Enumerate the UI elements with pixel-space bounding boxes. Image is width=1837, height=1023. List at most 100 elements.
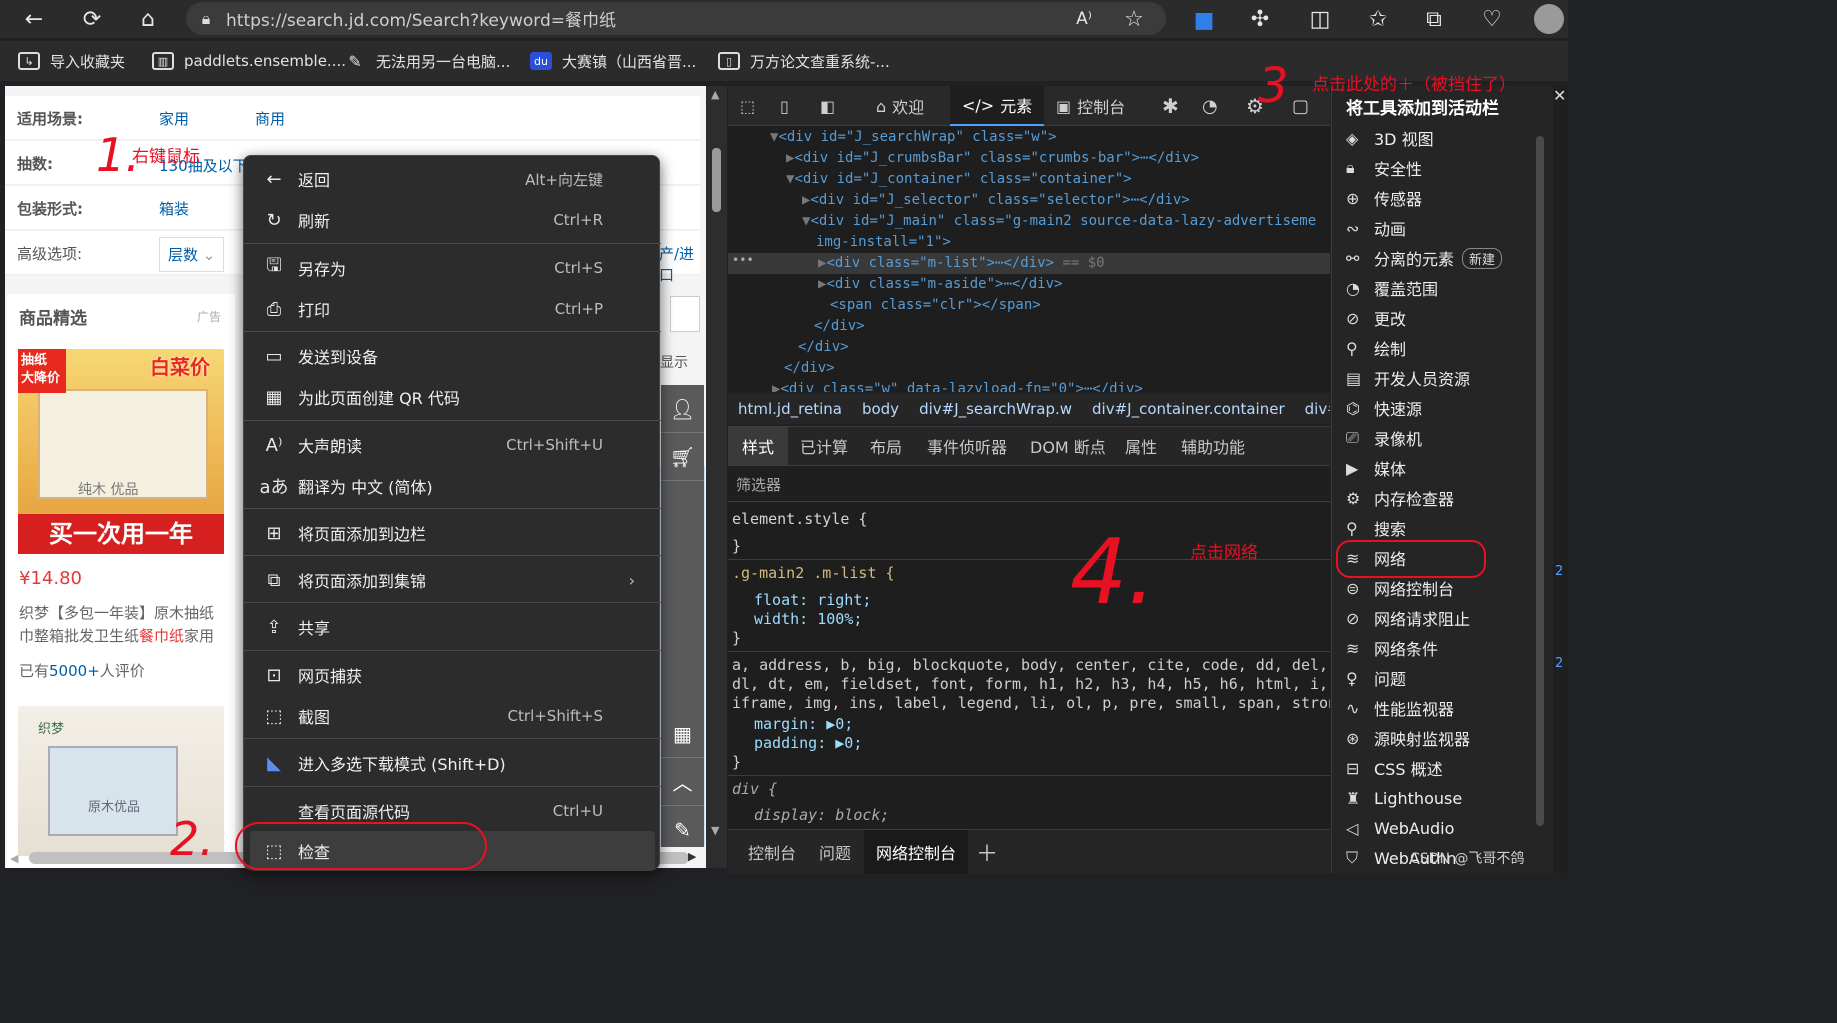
tool-item-quick-source[interactable]: ⌬ 快速源 [1346,393,1422,423]
page-input-box[interactable] [670,296,700,332]
menu-item-add-to-sidebar[interactable]: ⊞ 将页面添加到边栏 [250,513,655,553]
dom-node-selected[interactable]: ▶<div class="m-list">⋯</div> == $0 [818,253,1105,274]
dom-node[interactable]: ▶<div class="m-aside">⋯</div> [818,274,1062,295]
breadcrumb-item[interactable]: html.jd_retina [738,400,842,418]
cart-icon[interactable]: 🛒︎ [661,433,704,481]
dock-icon[interactable]: ◧ [820,86,835,126]
menu-item-back[interactable]: ← 返回 Alt+向左键 [250,159,655,199]
panel-scrollbar[interactable] [1536,136,1544,826]
breadcrumb-item[interactable]: div#J_main.g [1305,400,1330,418]
add-tab-icon[interactable]: ＋ [976,830,998,874]
back-to-top-icon[interactable]: ︿ [661,758,704,806]
filter-fragment[interactable]: 产/进口 [659,243,700,285]
tab-accessibility[interactable]: 辅助功能 [1181,427,1245,465]
address-bar[interactable]: 🔒︎ https://search.jd.com/Search?keyword=… [186,2,1166,35]
tool-item-recorder[interactable]: ⎚ 录像机 [1346,423,1422,453]
tool-item-css-overview[interactable]: ⊟ CSS 概述 [1346,753,1443,783]
review-count[interactable]: 已有5000+人评价 [19,660,145,681]
tool-item-changes[interactable]: ⊘ 更改 [1346,303,1406,333]
dom-node[interactable]: </div> [784,358,835,379]
breadcrumb-item[interactable]: div#J_container.container [1092,400,1285,418]
tab-elements[interactable]: </> 元素 [950,86,1045,126]
favorite-item[interactable]: ↳ 导入收藏夹 [18,41,125,81]
dom-node[interactable]: ▼<div id="J_main" class="g-main2 source-… [802,211,1316,232]
menu-item-add-to-collection[interactable]: ⧉ 将页面添加到集锦 › [250,560,655,600]
split-screen-icon[interactable]: ◫ [1302,1,1338,37]
favorite-item[interactable]: ▥ paddlets.ensemble.... [152,41,346,81]
scroll-left-icon[interactable]: ◀ [10,852,18,865]
more-tools-icon[interactable]: ▢ [1292,86,1309,126]
dom-node[interactable]: ▶<div class="w" data-lazyload-fn="0">⋯</… [772,379,1143,392]
favorite-star-icon[interactable]: ☆ [1116,1,1152,37]
tool-item-lighthouse[interactable]: ♜ Lighthouse [1346,783,1462,813]
filter-dropdown[interactable]: 层数 ⌄ [159,237,225,272]
filter-value[interactable]: 商用 [255,108,285,129]
css-declaration[interactable]: float: right; [754,590,871,610]
inspect-element-icon[interactable]: ⬚ [740,86,755,126]
tool-item-issues[interactable]: ♀ 问题 [1346,663,1406,693]
product-image[interactable]: 抽纸 大降价 白菜价 纯木 优品 买一次用一年 [18,349,224,554]
tool-item-rendering[interactable]: ⚲ 绘制 [1346,333,1406,363]
vertical-scrollbar[interactable]: ▲ ▼ [706,86,727,868]
menu-item-multi-download[interactable]: ◣ 进入多选下载模式 (Shift+D) [250,743,655,783]
lock-icon[interactable]: 🔒︎ [186,9,226,29]
tool-item-3d-view[interactable]: ◈ 3D 视图 [1346,123,1434,153]
favorite-item[interactable]: du 大赛镇（山西省晋... [530,41,696,81]
tab-console[interactable]: ▣ 控制台 [1056,86,1125,126]
tab-styles[interactable]: 样式 [728,427,789,465]
css-rule-selector[interactable]: .g-main2 .m-list { [732,563,895,583]
scroll-down-icon[interactable]: ▼ [711,824,719,837]
dom-node[interactable]: ▼<div id="J_searchWrap" class="w"> [770,127,1057,148]
drawer-tab-network-console[interactable]: 网络控制台 [864,830,969,874]
menu-item-screenshot[interactable]: ⬚ 截图 Ctrl+Shift+S [250,696,655,736]
device-emulation-icon[interactable]: ▯ [780,86,789,126]
collections-icon[interactable]: ⧉ [1416,1,1452,37]
menu-item-read-aloud[interactable]: A⁾ 大声朗读 Ctrl+Shift+U [250,425,655,465]
tab-welcome[interactable]: ⌂ 欢迎 [876,86,924,126]
extension-icon[interactable]: ■ [1186,2,1222,38]
dom-node[interactable]: </div> [814,316,865,337]
styles-filter-input[interactable]: 筛选器 [728,468,1330,502]
tool-item-search[interactable]: ⚲ 搜索 [1346,513,1406,543]
refresh-icon[interactable]: ⟳ [74,1,110,37]
css-declaration[interactable]: width: 100%; [754,609,862,629]
dom-node[interactable]: ▶<div id="J_selector" class="selector">⋯… [802,190,1190,211]
tab-event-listeners[interactable]: 事件侦听器 [927,427,1007,465]
tool-item-network-request-blocking[interactable]: ⊘ 网络请求阻止 [1346,603,1470,633]
drawer-tab-console[interactable]: 控制台 [748,830,796,874]
home-icon[interactable]: ⌂ [130,1,166,37]
heart-icon[interactable]: ♡ [1474,1,1510,37]
tool-item-animations[interactable]: ∾ 动画 [1346,213,1406,243]
drawer-tab-issues[interactable]: 问题 [819,830,851,874]
close-icon[interactable]: ✕ [1553,86,1566,105]
scrollbar-thumb[interactable] [712,148,721,212]
performance-icon[interactable]: ◔ [1202,86,1218,126]
node-menu-dots[interactable]: ••• [732,253,754,267]
tool-item-media[interactable]: ▶ 媒体 [1346,453,1406,483]
css-declaration[interactable]: padding: ▶0; [754,733,862,753]
css-rule-selector[interactable]: div { [732,779,777,799]
tool-item-performance-monitor[interactable]: ∿ 性能监视器 [1346,693,1454,723]
dom-node[interactable]: <span class="clr"></span> [830,295,1041,316]
tool-item-memory-inspector[interactable]: ⚙ 内存检查器 [1346,483,1454,513]
dom-node[interactable]: ▼<div id="J_container" class="container"… [786,169,1132,190]
menu-item-share[interactable]: ⇪ 共享 [250,607,655,647]
tab-computed[interactable]: 已计算 [800,427,848,465]
css-rule-selector[interactable]: a, address, b, big, blockquote, body, ce… [732,655,1330,675]
product-title[interactable]: 织梦【多包一年装】原木抽纸巾整箱批发卫生纸餐巾纸家用 [19,602,225,648]
css-declaration[interactable]: margin: ▶0; [754,714,853,734]
tool-item-network-conditions[interactable]: ≋ 网络条件 [1346,633,1438,663]
user-icon[interactable]: 👤︎ [661,385,704,433]
edit-icon[interactable]: ✎ [661,806,704,854]
filter-value[interactable]: 家用 [159,108,189,129]
menu-item-qr-code[interactable]: ▦ 为此页面创建 QR 代码 [250,377,655,417]
tab-layout[interactable]: 布局 [870,427,902,465]
favorite-item[interactable]: ✎ 无法用另一台电脑... [344,41,510,81]
back-icon[interactable]: ← [16,1,52,37]
bug-icon[interactable]: ✱ [1162,86,1179,126]
menu-item-refresh[interactable]: ↻ 刷新 Ctrl+R [250,200,655,240]
dom-node[interactable]: ▶<div id="J_crumbsBar" class="crumbs-bar… [786,148,1199,169]
favorite-item[interactable]: ▯ 万方论文查重系统-... [718,41,890,81]
css-rule-selector[interactable]: element.style { [732,509,867,529]
puzzle-icon[interactable]: ✣ [1242,1,1278,37]
